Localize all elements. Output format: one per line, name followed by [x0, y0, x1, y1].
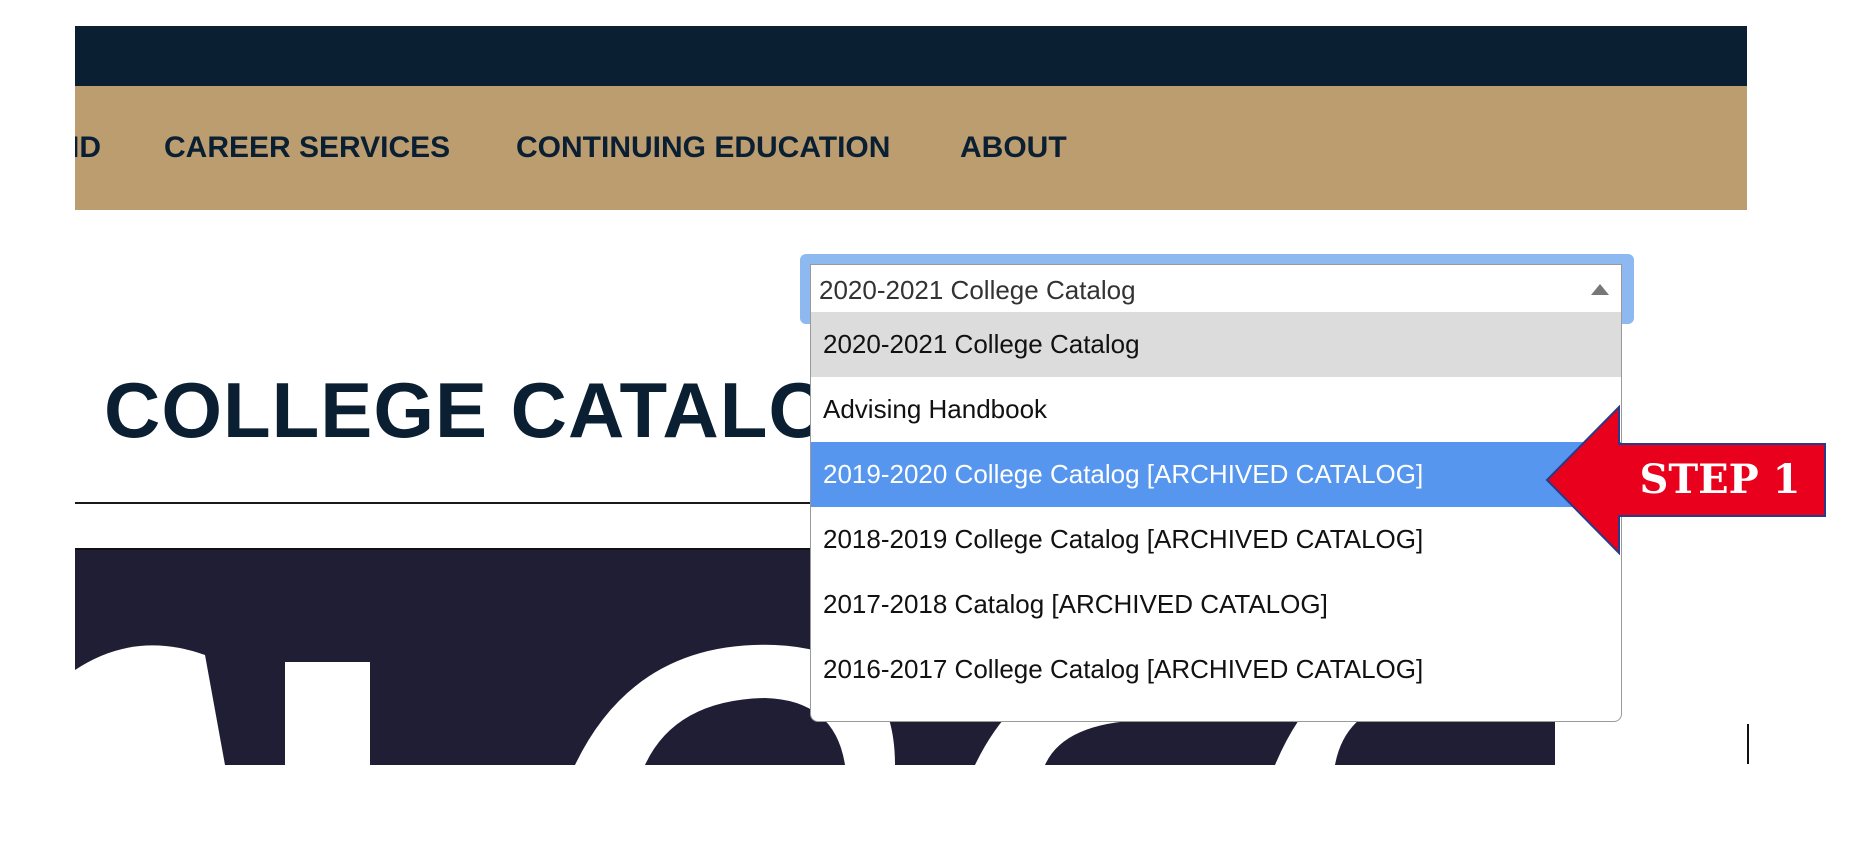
top-header-bar	[75, 26, 1747, 86]
nav-item-continuing-education[interactable]: CONTINUING EDUCATION	[516, 86, 890, 210]
catalog-select-value: 2020-2021 College Catalog	[819, 275, 1136, 305]
dropdown-option-2019-2020[interactable]: 2019-2020 College Catalog [ARCHIVED CATA…	[811, 442, 1621, 507]
nav-item-financial-aid[interactable]: ID	[75, 86, 101, 210]
dropdown-option-2020-2021[interactable]: 2020-2021 College Catalog	[811, 312, 1621, 377]
step-label: STEP 1	[1639, 456, 1801, 503]
dropdown-option-advising-handbook[interactable]: Advising Handbook	[811, 377, 1621, 442]
dropdown-option-2017-2018[interactable]: 2017-2018 Catalog [ARCHIVED CATALOG]	[811, 572, 1621, 637]
page: ID CAREER SERVICES CONTINUING EDUCATION …	[0, 0, 1860, 846]
caret-up-icon	[1591, 284, 1609, 295]
nav-item-career-services[interactable]: CAREER SERVICES	[164, 86, 450, 210]
page-title: COLLEGE CATALOG	[104, 366, 892, 454]
content-edge-rule	[1747, 724, 1749, 764]
catalog-dropdown-list: 2020-2021 College Catalog Advising Handb…	[810, 312, 1622, 722]
nav-item-about[interactable]: ABOUT	[960, 86, 1067, 210]
dropdown-option-2016-2017[interactable]: 2016-2017 College Catalog [ARCHIVED CATA…	[811, 637, 1621, 702]
catalog-select[interactable]: 2020-2021 College Catalog	[810, 264, 1622, 314]
main-navigation: ID CAREER SERVICES CONTINUING EDUCATION …	[75, 86, 1747, 210]
dropdown-option-2018-2019[interactable]: 2018-2019 College Catalog [ARCHIVED CATA…	[811, 507, 1621, 572]
title-divider	[75, 502, 835, 504]
